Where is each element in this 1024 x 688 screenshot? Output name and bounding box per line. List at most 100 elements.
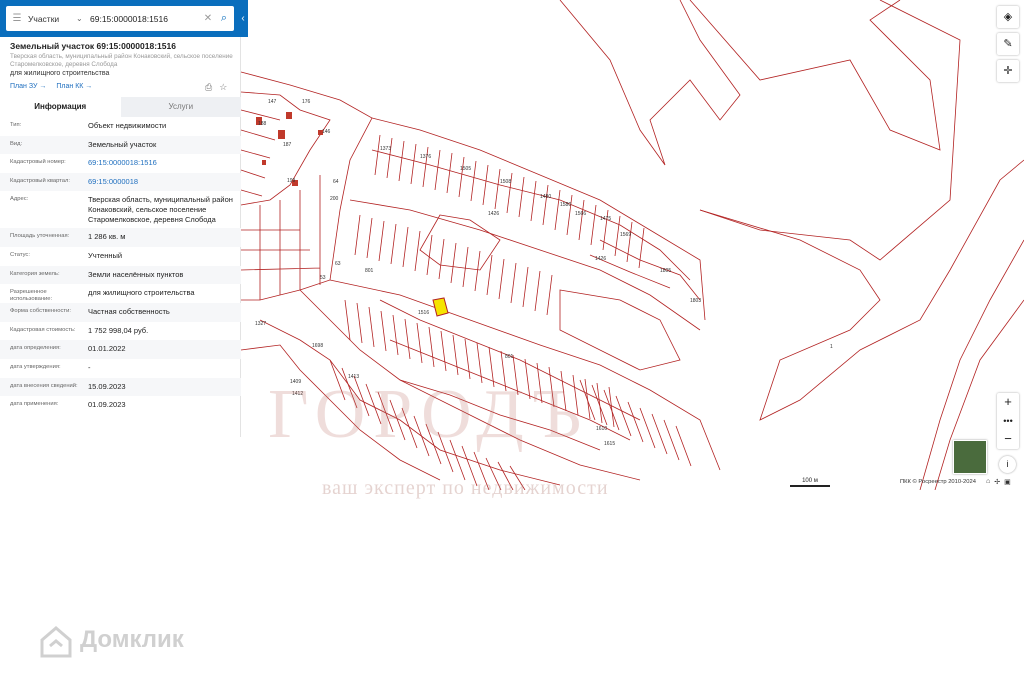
info-key: Разрешенное использование: [10,289,53,303]
info-row: Адрес: Тверская область, муниципальный ра… [0,191,241,228]
selected-parcel[interactable] [432,297,449,317]
parcel-label: 64 [333,179,339,185]
tab-services[interactable]: Услуги [120,97,241,117]
attribution: ПКК © Росреестр 2010-2024 [900,479,976,485]
info-row: Кадастровый номер: 69:15:0000018:1516 [0,154,241,173]
cadastral-number-link[interactable]: 69:15:0000018:1516 [88,154,241,171]
zoom-controls: + ••• − [997,393,1019,449]
measure-button[interactable]: ✎ [997,33,1019,55]
parcel-label: 1373 [380,146,391,152]
parcel-label: 801 [505,354,514,360]
parcel-label: 1426 [595,256,606,262]
info-row: дата утверждения: - [0,359,241,378]
parcel-label: 1803 [690,298,701,304]
info-row: Тип: Объект недвижимости [0,117,241,136]
domclick-logo-icon [40,626,72,658]
search-type-select[interactable]: Участки [28,14,76,24]
info-key: дата внесения сведений: [10,382,78,389]
parcel-label: 199 [287,178,296,184]
parcel-label: 1805 [660,268,671,274]
collapse-panel-icon[interactable]: ‹ [238,6,248,31]
ruler-icon: ✎ [1003,38,1013,50]
info-value: Учтенный [88,250,123,260]
info-row: дата применения: 01.09.2023 [0,396,241,415]
info-table: Тип: Объект недвижимости Вид: Земельный уч… [0,117,241,415]
parcel-label: 188 [258,121,267,127]
zoom-out-button[interactable]: − [997,430,1019,449]
object-title: Земельный участок 69:15:0000018:1516 [10,41,176,51]
home-icon[interactable]: ⌂ [986,478,990,486]
tab-information[interactable]: Информация [0,97,121,117]
search-bar: ☰ Участки ⌄ 69:15:0000018:1516 ✕ ⌕ ‹ [0,0,248,37]
parcel-label: 1 [830,344,833,350]
navigation-icon[interactable]: ✢ [994,478,1000,486]
parcel-label: 1426 [488,211,499,217]
info-key: дата утверждения: [10,363,61,370]
domclick-brand: Домклик [80,626,184,653]
layers-icon: ◈ [1003,11,1013,23]
parcel-label: 1698 [312,343,323,349]
zoom-in-button[interactable]: + [997,393,1019,412]
more-icon[interactable]: ••• [997,412,1019,431]
cadastral-quarter-link[interactable]: 69:15:0000018 [88,173,241,190]
parcel-label: 1516 [418,310,429,316]
close-icon[interactable]: ✕ [202,13,214,24]
star-icon[interactable]: ☆ [219,82,227,93]
info-value: 15.09.2023 [88,381,126,391]
info-row: Разрешенное использование: для жилищного … [0,284,241,303]
info-value: Тверская область, муниципальный район Ко… [88,195,233,225]
info-key: Площадь уточненная: [10,233,70,240]
parcel-label: 1327 [255,321,266,327]
parcel-label: 1480 [540,194,551,200]
print-icon[interactable]: ⎙ [205,82,212,93]
search-icon[interactable]: ⌕ [214,12,234,25]
info-row: дата определения: 01.01.2022 [0,340,241,359]
search-input[interactable]: 69:15:0000018:1516 [90,14,202,24]
parcel-label: 200 [330,196,339,202]
info-value: Земли населённых пунктов [88,269,184,279]
object-use: для жилищного строительства [10,70,110,77]
info-key: Адрес: [10,196,29,203]
info-key: Кадастровый номер: [10,159,66,166]
info-value: 01.09.2023 [88,400,126,410]
info-key: Тип: [10,122,22,128]
scale-bar: 100 м [790,478,830,487]
info-row: Форма собственности: Частная собственност… [0,303,241,322]
plan-links: План ЗУ → План КК → [10,83,92,90]
info-key: Кадастровая стоимость: [10,326,76,333]
info-key: Кадастровый квартал: [10,177,70,184]
info-row: Вид: Земельный участок [0,135,241,155]
info-value: 01.01.2022 [88,344,126,354]
locate-button[interactable]: ✛ [997,60,1019,82]
parcel-label: 187 [283,142,292,148]
parcel-label: 63 [335,261,341,267]
search-box: ☰ Участки ⌄ 69:15:0000018:1516 ✕ ⌕ [6,6,234,31]
plan-kk-link[interactable]: План КК → [56,83,92,90]
info-panel: Земельный участок 69:15:0000018:1516 Тве… [0,0,241,437]
info-value: Объект недвижимости [88,121,167,130]
chevron-down-icon[interactable]: ⌄ [76,14,90,23]
info-row: Кадастровая стоимость: 1 752 998,04 руб. [0,322,241,341]
bottom-icons: ⌂ ✢ ▣ [986,478,1011,486]
parcel-label: 1580 [560,202,571,208]
parcel-label: 1376 [420,154,431,160]
screen-icon[interactable]: ▣ [1004,478,1011,486]
info-row: Кадастровый квартал: 69:15:0000018 [0,172,241,192]
watermark-tagline: ваш эксперт по недвижимости [322,477,609,499]
parcel-label: 1566 [575,211,586,217]
info-row: Статус: Учтенный [0,247,241,266]
layers-button[interactable]: ◈ [997,6,1019,28]
info-row: Площадь уточненная: 1 286 кв. м [0,228,241,247]
parcel-label: 176 [302,99,311,105]
info-value: для жилищного строительства [88,288,195,298]
plan-zu-link[interactable]: План ЗУ → [10,83,46,90]
menu-icon[interactable]: ☰ [6,13,28,24]
basemap-switcher[interactable] [953,440,987,474]
tabs: Информация Услуги [0,97,241,117]
parcel-label: 53 [320,275,326,281]
parcel-label: 1475 [600,216,611,222]
parcel-label: 1569 [620,232,631,238]
parcel-label: 146 [322,129,331,135]
info-icon[interactable]: i [999,456,1016,473]
info-value: - [88,362,91,372]
